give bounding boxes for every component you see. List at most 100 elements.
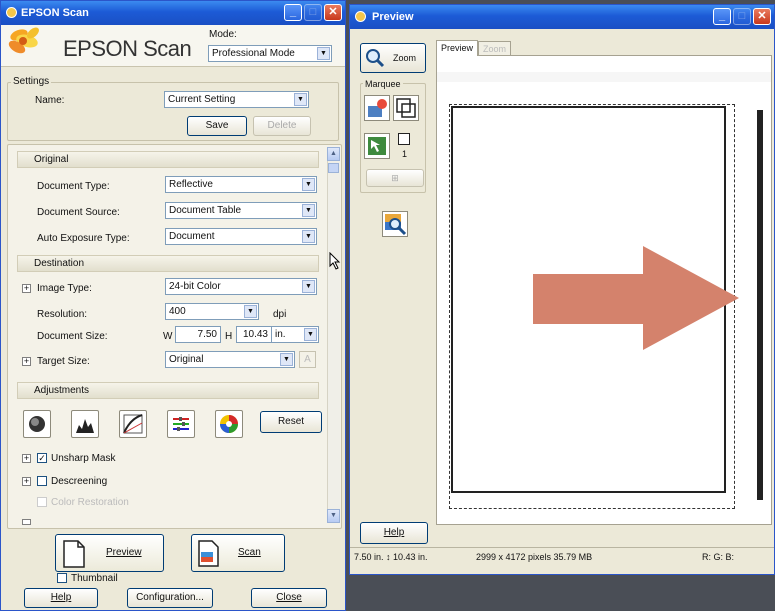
height-input[interactable]: 10.43 bbox=[236, 326, 272, 343]
preview-help-button[interactable]: Help bbox=[360, 522, 428, 544]
epson-flower-logo-icon bbox=[8, 27, 39, 54]
minimize-button[interactable]: _ bbox=[284, 4, 302, 21]
chevron-down-icon: ▼ bbox=[302, 230, 315, 243]
color-palette-icon[interactable] bbox=[215, 410, 243, 438]
preview-title-bar[interactable]: Preview _ □ ✕ bbox=[350, 5, 774, 29]
size-unit-select[interactable]: in. ▼ bbox=[271, 326, 319, 343]
tab-preview[interactable]: Preview bbox=[436, 40, 479, 56]
descreening-checkbox[interactable] bbox=[37, 476, 47, 486]
status-rgb: R: G: B: bbox=[702, 552, 735, 562]
marquee-create-icon[interactable] bbox=[393, 95, 419, 121]
document-source-select[interactable]: Document Table ▼ bbox=[165, 202, 317, 219]
width-label: W bbox=[163, 331, 173, 342]
zoom-button[interactable]: Zoom bbox=[360, 43, 426, 73]
image-type-select[interactable]: 24-bit Color ▼ bbox=[165, 278, 317, 295]
adjustments-section-header: Adjustments bbox=[17, 382, 319, 399]
document-source-value: Document Table bbox=[169, 205, 242, 216]
reset-button[interactable]: Reset bbox=[260, 411, 322, 433]
epson-title-bar[interactable]: EPSON Scan _ □ ✕ bbox=[1, 1, 345, 25]
resolution-unit: dpi bbox=[273, 309, 287, 320]
preview-canvas[interactable] bbox=[436, 55, 772, 525]
expand-unsharp-mask-icon[interactable]: + bbox=[22, 454, 31, 463]
epson-app-icon bbox=[6, 7, 17, 18]
scan-bed-edge bbox=[437, 72, 771, 82]
epson-header: EPSON Scan Mode: Professional Mode ▼ bbox=[1, 25, 345, 67]
size-unit-value: in. bbox=[275, 329, 286, 340]
document-type-select[interactable]: Reflective ▼ bbox=[165, 176, 317, 193]
unsharp-mask-checkbox[interactable]: ✓ bbox=[37, 453, 47, 463]
close-button[interactable]: Close bbox=[251, 588, 327, 608]
auto-exposure-icon[interactable] bbox=[23, 410, 51, 438]
preview-button[interactable]: Preview bbox=[55, 534, 164, 572]
target-size-value: Original bbox=[169, 354, 204, 365]
configuration-button[interactable]: Configuration... bbox=[127, 588, 213, 608]
preview-minimize-button[interactable]: _ bbox=[713, 8, 731, 25]
resolution-select[interactable]: 400 ▼ bbox=[165, 303, 259, 320]
histogram-icon[interactable] bbox=[71, 410, 99, 438]
resolution-value: 400 bbox=[169, 306, 186, 317]
mouse-pointer-icon bbox=[329, 252, 341, 270]
scan-button[interactable]: Scan bbox=[191, 534, 285, 572]
marquee-square-icon bbox=[398, 133, 410, 145]
save-button[interactable]: Save bbox=[187, 116, 247, 136]
maximize-button: □ bbox=[304, 4, 322, 21]
auto-exposure-value: Document bbox=[169, 231, 215, 242]
preview-document-icon bbox=[63, 540, 85, 568]
marquee-delete-button: ⊞ bbox=[366, 169, 424, 187]
expand-target-size-icon[interactable]: + bbox=[22, 357, 31, 366]
preview-window-title: Preview bbox=[372, 11, 414, 23]
image-type-value: 24-bit Color bbox=[169, 281, 221, 292]
original-section-header: Original bbox=[17, 151, 319, 168]
target-size-label: Target Size: bbox=[37, 356, 90, 367]
chevron-down-icon: ▼ bbox=[302, 280, 315, 293]
tone-curve-icon[interactable] bbox=[119, 410, 147, 438]
arrow-graphic-icon bbox=[533, 246, 739, 350]
preview-app-icon bbox=[355, 11, 366, 22]
magnifier-icon bbox=[366, 49, 385, 68]
chevron-down-icon: ▼ bbox=[244, 305, 257, 318]
expand-image-type-icon[interactable]: + bbox=[22, 284, 31, 293]
chevron-down-icon: ▼ bbox=[302, 204, 315, 217]
scroll-thumb[interactable] bbox=[328, 163, 339, 173]
preview-close-button[interactable]: ✕ bbox=[753, 8, 771, 25]
descreening-label: Descreening bbox=[51, 476, 108, 487]
scan-bed-right-edge bbox=[757, 110, 763, 500]
help-button[interactable]: Help bbox=[24, 588, 98, 608]
zoom-in-image-icon[interactable] bbox=[382, 211, 408, 237]
orientation-icon: A bbox=[299, 351, 316, 368]
scroll-down-icon[interactable]: ▼ bbox=[327, 509, 340, 523]
destination-section-header: Destination bbox=[17, 255, 319, 272]
marquee-auto-locate-icon[interactable] bbox=[364, 95, 390, 121]
document-size-label: Document Size: bbox=[37, 331, 108, 342]
close-window-button[interactable]: ✕ bbox=[324, 4, 342, 21]
zoom-button-label: Zoom bbox=[393, 53, 417, 63]
scan-icon bbox=[198, 540, 219, 567]
document-type-label: Document Type: bbox=[37, 181, 110, 192]
name-select[interactable]: Current Setting ▼ bbox=[164, 91, 309, 108]
preview-maximize-button: □ bbox=[733, 8, 751, 25]
status-pixels: 2999 x 4172 pixels 35.79 MB bbox=[476, 552, 593, 562]
marquee-count: 1 bbox=[402, 149, 408, 159]
settings-group-label: Settings bbox=[11, 76, 52, 87]
epson-logo-text: EPSON Scan bbox=[63, 36, 192, 61]
thumbnail-checkbox[interactable] bbox=[57, 573, 67, 583]
chevron-down-icon: ▼ bbox=[317, 47, 330, 60]
marquee-select-icon[interactable] bbox=[364, 133, 390, 159]
width-input[interactable]: 7.50 bbox=[175, 326, 221, 343]
expand-descreening-icon[interactable]: + bbox=[22, 477, 31, 486]
scroll-up-icon[interactable]: ▲ bbox=[327, 147, 340, 161]
status-dimensions: 7.50 in. ↕ 10.43 in. bbox=[354, 552, 428, 562]
settings-scrollbar[interactable] bbox=[327, 148, 340, 520]
expand-more-icon[interactable] bbox=[22, 519, 31, 525]
name-label: Name: bbox=[35, 95, 65, 106]
thumbnail-label: Thumbnail bbox=[71, 573, 118, 584]
marquee-label: Marquee bbox=[363, 79, 403, 89]
mode-label: Mode: bbox=[209, 29, 237, 40]
auto-exposure-select[interactable]: Document ▼ bbox=[165, 228, 317, 245]
delete-button: Delete bbox=[253, 116, 311, 136]
document-source-label: Document Source: bbox=[37, 207, 120, 218]
mode-select[interactable]: Professional Mode ▼ bbox=[208, 45, 332, 62]
target-size-select[interactable]: Original ▼ bbox=[165, 351, 295, 368]
auto-exposure-label: Auto Exposure Type: bbox=[37, 233, 130, 244]
image-adjustment-icon[interactable] bbox=[167, 410, 195, 438]
